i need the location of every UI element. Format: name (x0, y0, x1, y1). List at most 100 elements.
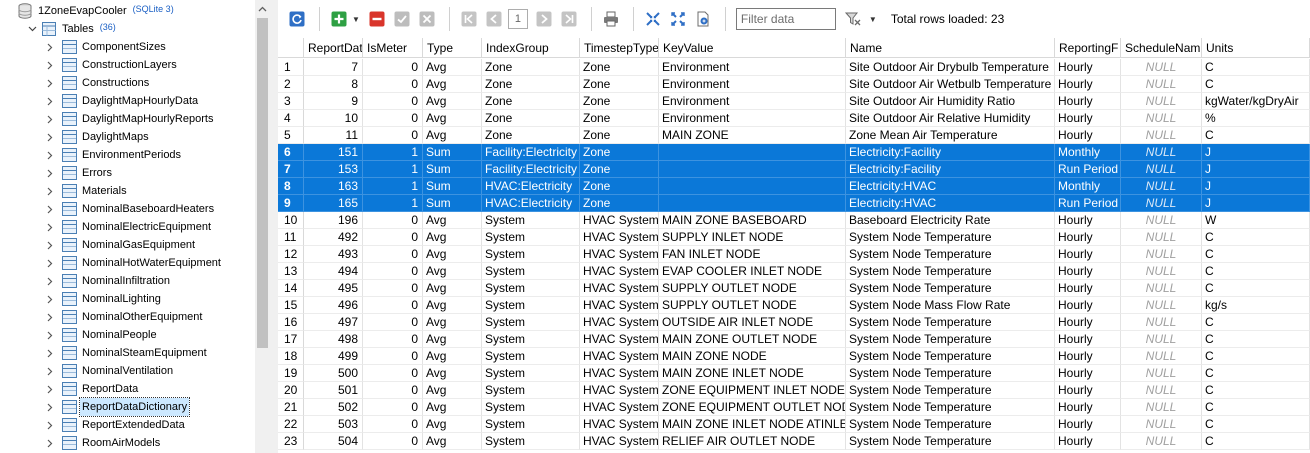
table-cell[interactable]: HVAC System (580, 382, 659, 399)
table-cell[interactable]: System Node Temperature (846, 314, 1055, 331)
table-cell[interactable]: System Node Temperature (846, 382, 1055, 399)
table-cell[interactable]: SUPPLY INLET NODE (659, 229, 846, 246)
table-cell[interactable]: HVAC System (580, 297, 659, 314)
table-cell[interactable]: kg/s (1202, 297, 1310, 314)
table-cell[interactable]: 0 (363, 433, 423, 450)
table-cell[interactable]: C (1202, 314, 1310, 331)
table-cell[interactable]: HVAC System (580, 348, 659, 365)
table-cell[interactable]: MAIN ZONE NODE (659, 348, 846, 365)
chevron-right-icon[interactable] (44, 290, 56, 308)
chevron-right-icon[interactable] (44, 434, 56, 452)
tree-item-table[interactable]: ReportDataDictionary (44, 397, 191, 417)
table-cell[interactable]: Avg (423, 229, 482, 246)
table-cell[interactable]: C (1202, 365, 1310, 382)
table-cell[interactable]: System (482, 246, 580, 263)
table-cell[interactable]: C (1202, 399, 1310, 416)
table-cell[interactable]: Zone (482, 59, 580, 76)
table-cell[interactable]: Site Outdoor Air Relative Humidity (846, 110, 1055, 127)
row-number[interactable]: 8 (278, 178, 304, 195)
table-cell[interactable]: C (1202, 76, 1310, 93)
table-row[interactable]: 2 8 0 Avg Zone Zone Environment Site Outdoor Ai… (278, 76, 1310, 93)
table-cell[interactable]: MAIN ZONE BASEBOARD (659, 212, 846, 229)
chevron-right-icon[interactable] (44, 200, 56, 218)
table-cell[interactable]: Hourly (1055, 399, 1121, 416)
chevron-right-icon[interactable] (44, 362, 56, 380)
table-cell[interactable]: NULL (1121, 348, 1202, 365)
table-cell[interactable]: NULL (1121, 110, 1202, 127)
table-cell[interactable] (659, 195, 846, 212)
table-cell[interactable]: 1 (363, 195, 423, 212)
table-cell[interactable]: 0 (363, 399, 423, 416)
tree-item-table[interactable]: RoomAirModels (44, 434, 160, 452)
add-row-button[interactable] (328, 8, 350, 30)
table-cell[interactable]: System Node Temperature (846, 229, 1055, 246)
table-cell[interactable]: 498 (304, 331, 363, 348)
table-cell[interactable]: System Node Temperature (846, 331, 1055, 348)
chevron-down-icon[interactable] (26, 20, 38, 38)
table-cell[interactable]: Avg (423, 382, 482, 399)
table-cell[interactable]: Zone (580, 110, 659, 127)
table-cell[interactable]: 151 (304, 144, 363, 161)
table-cell[interactable]: C (1202, 382, 1310, 399)
table-cell[interactable]: 0 (363, 76, 423, 93)
tree-item-table[interactable]: Constructions (44, 74, 149, 92)
row-number[interactable]: 15 (278, 297, 304, 314)
delete-row-button[interactable] (366, 8, 388, 30)
chevron-right-icon[interactable] (44, 416, 56, 434)
tree-item-table[interactable]: ReportData (44, 380, 138, 398)
table-cell[interactable]: Avg (423, 280, 482, 297)
add-row-dropdown-icon[interactable]: ▼ (352, 15, 360, 24)
column-header-keyvalue[interactable]: KeyValue (659, 38, 846, 58)
tree-item-table[interactable]: ComponentSizes (44, 38, 166, 56)
table-row[interactable]: 9 165 1 Sum HVAC:Electricity Zone Electricity:… (278, 195, 1310, 212)
table-cell[interactable]: Zone (580, 127, 659, 144)
row-number[interactable]: 19 (278, 365, 304, 382)
table-cell[interactable]: System Node Temperature (846, 433, 1055, 450)
chevron-right-icon[interactable] (44, 236, 56, 254)
table-cell[interactable]: 0 (363, 110, 423, 127)
table-cell[interactable]: Electricity:HVAC (846, 195, 1055, 212)
chevron-right-icon[interactable] (44, 38, 56, 56)
table-cell[interactable]: C (1202, 229, 1310, 246)
table-cell[interactable]: NULL (1121, 212, 1202, 229)
tree-item-table[interactable]: ConstructionLayers (44, 56, 177, 74)
table-cell[interactable]: Avg (423, 314, 482, 331)
tree-item-table[interactable]: NominalLighting (44, 290, 161, 308)
fit-rows-button[interactable] (667, 8, 689, 30)
table-cell[interactable]: NULL (1121, 93, 1202, 110)
table-cell[interactable]: Hourly (1055, 229, 1121, 246)
table-cell[interactable]: EVAP COOLER INLET NODE (659, 263, 846, 280)
table-cell[interactable]: Hourly (1055, 127, 1121, 144)
table-cell[interactable]: 10 (304, 110, 363, 127)
table-cell[interactable]: Avg (423, 331, 482, 348)
row-number[interactable]: 11 (278, 229, 304, 246)
table-cell[interactable]: Zone (580, 195, 659, 212)
table-cell[interactable]: Facility:Electricity (482, 144, 580, 161)
table-cell[interactable]: NULL (1121, 382, 1202, 399)
tree-node-database[interactable]: 1ZoneEvapCooler (SQLite 3) (14, 2, 174, 20)
table-row[interactable]: 21 502 0 Avg System HVAC System ZONE EQUIPMENT… (278, 399, 1310, 416)
table-cell[interactable]: Hourly (1055, 365, 1121, 382)
table-cell[interactable]: 0 (363, 416, 423, 433)
chevron-right-icon[interactable] (44, 254, 56, 272)
table-cell[interactable]: System Node Temperature (846, 365, 1055, 382)
table-cell[interactable]: NULL (1121, 297, 1202, 314)
column-header-reportdat[interactable]: ReportDat (304, 38, 363, 58)
row-number[interactable]: 5 (278, 127, 304, 144)
table-cell[interactable]: ZONE EQUIPMENT OUTLET NODE (659, 399, 846, 416)
table-cell[interactable]: Avg (423, 110, 482, 127)
table-cell[interactable]: System (482, 365, 580, 382)
table-cell[interactable]: NULL (1121, 195, 1202, 212)
table-cell[interactable]: 502 (304, 399, 363, 416)
table-row[interactable]: 13 494 0 Avg System HVAC System EVAP COOLER IN… (278, 263, 1310, 280)
rollback-button[interactable] (416, 8, 438, 30)
chevron-right-icon[interactable] (44, 128, 56, 146)
table-cell[interactable]: 0 (363, 229, 423, 246)
table-cell[interactable]: MAIN ZONE (659, 127, 846, 144)
table-cell[interactable]: 496 (304, 297, 363, 314)
table-cell[interactable]: NULL (1121, 399, 1202, 416)
table-cell[interactable]: C (1202, 246, 1310, 263)
table-cell[interactable]: NULL (1121, 144, 1202, 161)
chevron-right-icon[interactable] (44, 146, 56, 164)
tree-item-table[interactable]: NominalSteamEquipment (44, 344, 207, 362)
